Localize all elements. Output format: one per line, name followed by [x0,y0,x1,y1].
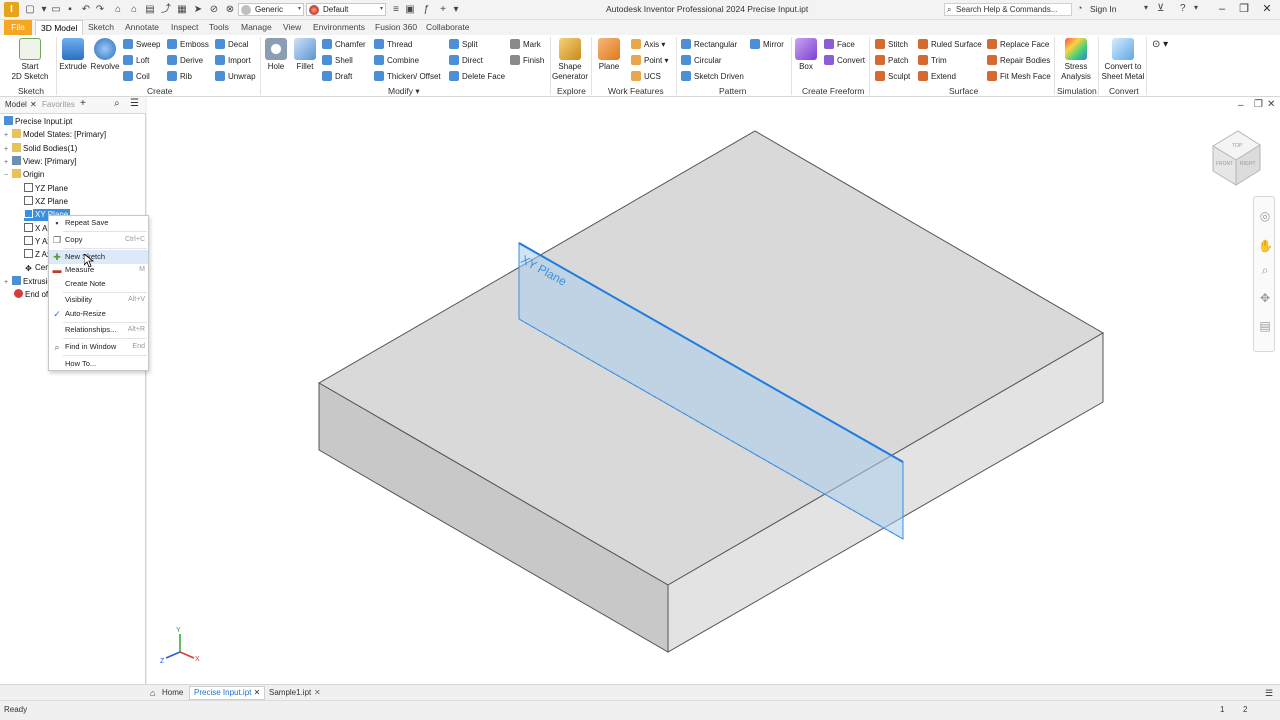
document-tabs: ⌂ Home Precise Input.ipt ✕ Sample1.ipt ✕… [0,684,1280,700]
view-cube[interactable]: TOP FRONT RIGHT [1212,130,1261,186]
menu-item-find-in-window[interactable]: ⌕ Find in Window End [49,340,148,354]
look-at-icon[interactable]: ▤ [1258,319,1272,333]
navigation-bar: ◎ ✋ ⌕ ✥ ▤ [1253,196,1275,352]
new-sketch-icon: ✚ [53,252,61,262]
status-text: Ready [4,705,28,714]
home-icon[interactable]: ⌂ [150,687,155,699]
save-icon: ▪ [55,218,59,228]
menu-item-measure[interactable]: ▬ Measure M [49,263,148,277]
orbit-icon[interactable]: ✥ [1258,291,1272,305]
status-count-1: 1 [1220,705,1225,714]
tab-home[interactable]: Home [162,687,183,699]
y-axis-label: Y [176,627,181,634]
find-icon: ⌕ [54,342,60,352]
tab-list-icon[interactable]: ☰ [1265,687,1273,699]
status-count-2: 2 [1243,705,1248,714]
menu-item-create-note[interactable]: Create Note [49,277,148,291]
pan-icon[interactable]: ✋ [1258,239,1273,253]
axis-triad: Y X Z [160,627,200,665]
zoom-icon[interactable]: ⌕ [1258,263,1272,277]
menu-item-how-to[interactable]: How To... [49,357,148,371]
menu-item-copy[interactable]: ❐ Copy Ctrl+C [49,233,148,247]
menu-item-visibility[interactable]: Visibility Alt+V [49,293,148,307]
tab-precise-input[interactable]: Precise Input.ipt ✕ [189,686,266,700]
x-axis-label: X [195,656,200,663]
menu-item-relationships[interactable]: Relationships... Alt+R [49,323,148,337]
close-icon[interactable]: ✕ [314,687,321,699]
menu-item-repeat-save[interactable]: ▪ Repeat Save [49,216,148,230]
mouse-cursor-icon [84,254,94,268]
steering-wheel-icon[interactable]: ◎ [1258,209,1272,223]
checkmark-icon: ✓ [53,309,61,319]
z-axis-label: Z [160,658,165,665]
copy-icon: ❐ [52,235,62,245]
menu-item-new-sketch[interactable]: ✚ New Sketch [49,250,148,264]
view-cube-front-label: FRONT [1216,161,1233,167]
view-cube-right-label: RIGHT [1240,161,1256,167]
model-graphics: XY Plane Y X Z TOP FRONT RIGHT [160,130,1261,665]
close-icon[interactable]: ✕ [254,688,261,697]
menu-item-auto-resize[interactable]: ✓ Auto-Resize [49,307,148,321]
tab-sample1[interactable]: Sample1.ipt [269,687,311,699]
measure-icon: ▬ [52,265,62,275]
context-menu: ▪ Repeat Save ❐ Copy Ctrl+C ✚ New Sketch ▬ Me… [48,215,149,371]
status-bar: Ready 1 2 [0,700,1280,720]
view-cube-top-label: TOP [1232,143,1243,149]
